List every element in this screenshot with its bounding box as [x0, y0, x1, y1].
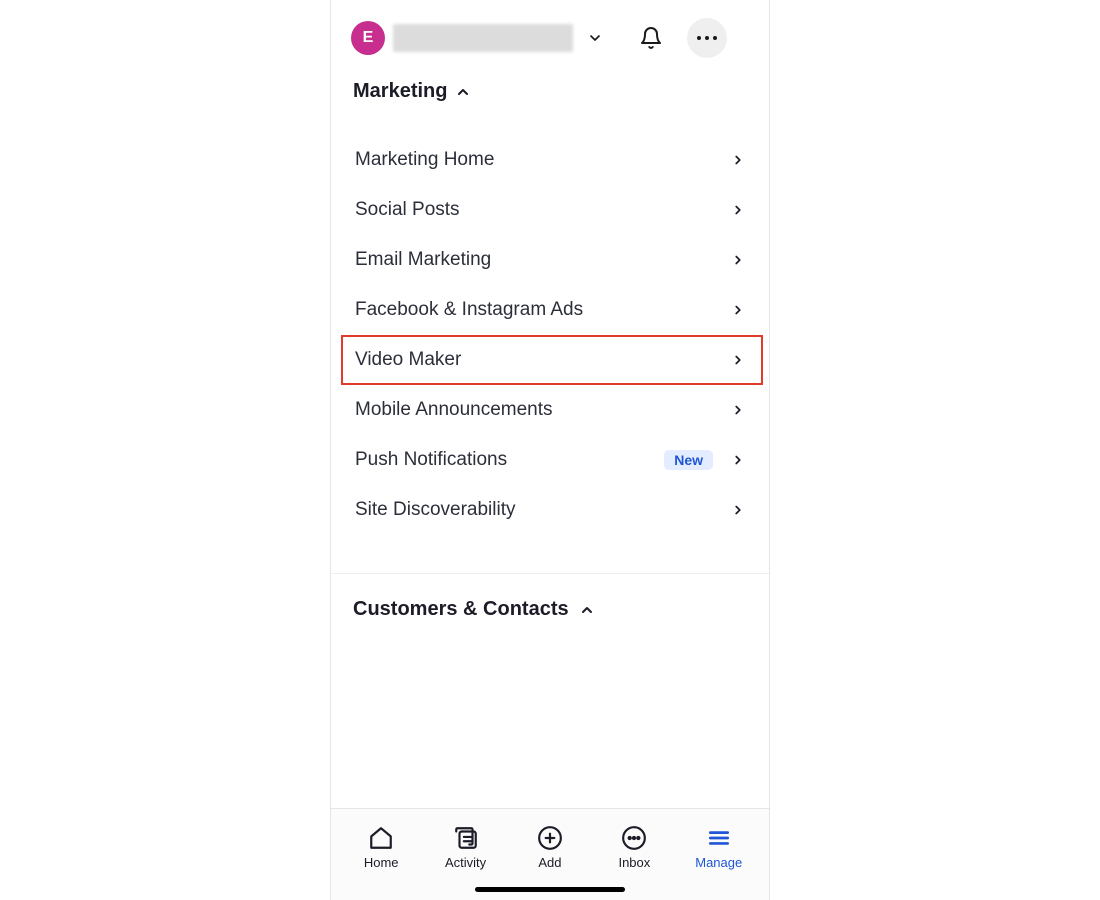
chevron-right-icon	[731, 203, 745, 217]
notifications-button[interactable]	[633, 20, 669, 56]
menu-label: Video Maker	[355, 349, 461, 371]
nav-label: Activity	[445, 855, 486, 870]
section-title: Marketing	[353, 80, 447, 103]
account-switcher[interactable]	[583, 26, 607, 50]
chevron-right-icon	[731, 403, 745, 417]
inbox-icon	[621, 825, 647, 851]
more-button[interactable]	[687, 18, 727, 58]
menu-item-video-maker[interactable]: Video Maker	[331, 335, 769, 385]
menu-item-site-discoverability[interactable]: Site Discoverability	[331, 485, 769, 535]
nav-label: Home	[364, 855, 399, 870]
chevron-up-icon	[455, 84, 471, 100]
menu-label: Site Discoverability	[355, 499, 516, 521]
menu-item-push-notifications[interactable]: Push Notifications New	[331, 435, 769, 485]
menu-item-marketing-home[interactable]: Marketing Home	[331, 135, 769, 185]
top-bar: E	[331, 0, 769, 68]
activity-icon	[453, 825, 479, 851]
nav-label: Inbox	[618, 855, 650, 870]
chevron-right-icon	[731, 303, 745, 317]
menu-item-email-marketing[interactable]: Email Marketing	[331, 235, 769, 285]
nav-add[interactable]: Add	[511, 825, 589, 870]
menu-item-social-posts[interactable]: Social Posts	[331, 185, 769, 235]
section-title: Customers & Contacts	[353, 598, 569, 621]
avatar[interactable]: E	[351, 21, 385, 55]
home-indicator	[475, 887, 625, 892]
home-icon	[368, 825, 394, 851]
nav-home[interactable]: Home	[342, 825, 420, 870]
menu-icon	[706, 825, 732, 851]
section-header-marketing[interactable]: Marketing	[331, 68, 769, 113]
chevron-right-icon	[731, 503, 745, 517]
menu-item-mobile-announcements[interactable]: Mobile Announcements	[331, 385, 769, 435]
chevron-right-icon	[731, 253, 745, 267]
ellipsis-icon	[697, 36, 701, 40]
nav-activity[interactable]: Activity	[427, 825, 505, 870]
bell-icon	[639, 26, 663, 50]
menu-label: Marketing Home	[355, 149, 494, 171]
nav-label: Add	[538, 855, 561, 870]
section-header-customers[interactable]: Customers & Contacts	[331, 574, 769, 621]
user-name-redacted[interactable]	[393, 24, 573, 52]
menu-label: Push Notifications	[355, 449, 507, 471]
chevron-up-icon	[579, 602, 595, 618]
nav-label: Manage	[695, 855, 742, 870]
phone-frame: E Marketing Marketing Home Social Posts	[330, 0, 770, 900]
nav-manage[interactable]: Manage	[680, 825, 758, 870]
bottom-nav: Home Activity Add Inbox Manage	[331, 808, 769, 900]
menu-label: Email Marketing	[355, 249, 491, 271]
chevron-right-icon	[731, 453, 745, 467]
menu-label: Mobile Announcements	[355, 399, 553, 421]
menu-label: Social Posts	[355, 199, 460, 221]
chevron-down-icon	[587, 30, 603, 46]
marketing-menu-list: Marketing Home Social Posts Email Market…	[331, 113, 769, 545]
menu-item-facebook-instagram-ads[interactable]: Facebook & Instagram Ads	[331, 285, 769, 335]
chevron-right-icon	[731, 353, 745, 367]
new-badge: New	[664, 450, 713, 470]
nav-inbox[interactable]: Inbox	[595, 825, 673, 870]
menu-label: Facebook & Instagram Ads	[355, 299, 583, 321]
chevron-right-icon	[731, 153, 745, 167]
add-icon	[537, 825, 563, 851]
